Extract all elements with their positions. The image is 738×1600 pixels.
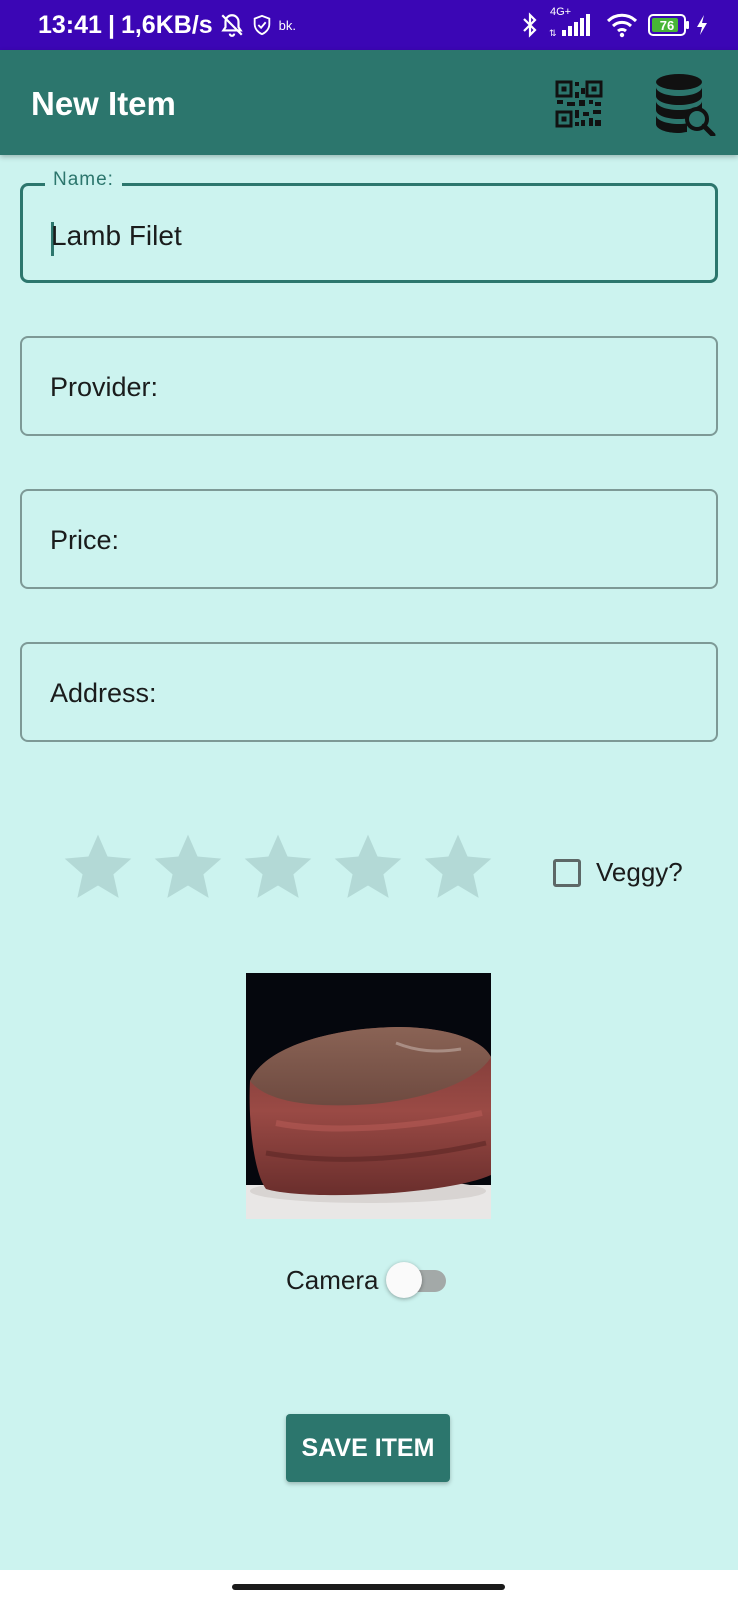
star-3-icon[interactable] xyxy=(240,830,316,904)
price-label: Price: xyxy=(50,525,120,555)
network-speed: 1,6KB/s xyxy=(120,10,213,39)
status-bar: 13:41 | 1,6KB/s bk. 4G+ ⇅ 76 xyxy=(0,0,738,50)
battery-icon: 76 xyxy=(648,14,689,36)
veggy-checkbox[interactable]: Veggy? xyxy=(553,857,683,888)
provider-label: Provider: xyxy=(50,372,159,402)
switch-thumb[interactable] xyxy=(386,1262,423,1298)
camera-toggle[interactable]: Camera xyxy=(286,1262,448,1298)
name-input[interactable]: Lamb Filet xyxy=(51,220,182,252)
qr-code-icon xyxy=(555,80,603,128)
shield-icon xyxy=(251,13,273,37)
rating-bar[interactable] xyxy=(60,830,496,904)
bell-off-icon xyxy=(219,12,245,38)
name-field[interactable]: Name: Lamb Filet xyxy=(20,169,718,283)
app-bar: New Item xyxy=(0,50,738,155)
veggy-checkbox-box[interactable] xyxy=(553,858,581,887)
status-separator: | xyxy=(107,10,115,39)
status-left: 13:41 | 1,6KB/s bk. xyxy=(38,0,296,50)
provider-field[interactable]: Provider: xyxy=(20,336,718,436)
veggy-label: Veggy? xyxy=(596,857,683,887)
database-search-icon xyxy=(656,74,716,138)
camera-label: Camera xyxy=(286,1264,379,1295)
item-photo xyxy=(246,973,491,1219)
address-label: Address: xyxy=(50,678,157,708)
navigation-bar xyxy=(0,1570,738,1600)
network-type: 4G+ xyxy=(550,6,572,18)
camera-switch[interactable] xyxy=(386,1262,448,1298)
signal-icon: 4G+ ⇅ xyxy=(548,6,596,38)
status-right: 4G+ ⇅ 76 xyxy=(522,0,708,50)
carrier-small: bk. xyxy=(278,17,297,33)
star-2-icon[interactable] xyxy=(150,830,226,904)
database-search-button[interactable] xyxy=(652,72,716,138)
star-1-icon[interactable] xyxy=(60,830,136,904)
status-time: 13:41 xyxy=(38,10,102,39)
home-indicator[interactable] xyxy=(232,1584,505,1590)
qr-code-button[interactable] xyxy=(555,80,603,128)
battery-level: 76 xyxy=(659,17,675,33)
save-item-button[interactable]: SAVE ITEM xyxy=(286,1414,450,1482)
wifi-icon xyxy=(606,12,638,38)
charging-icon xyxy=(696,14,708,36)
price-field[interactable]: Price: xyxy=(20,489,718,589)
battery-nub xyxy=(686,21,689,29)
name-label: Name: xyxy=(45,169,122,191)
bluetooth-icon xyxy=(522,12,538,38)
star-5-icon[interactable] xyxy=(420,830,496,904)
page-title: New Item xyxy=(31,85,176,122)
svg-text:⇅: ⇅ xyxy=(549,28,557,38)
star-4-icon[interactable] xyxy=(330,830,406,904)
address-field[interactable]: Address: xyxy=(20,642,718,742)
